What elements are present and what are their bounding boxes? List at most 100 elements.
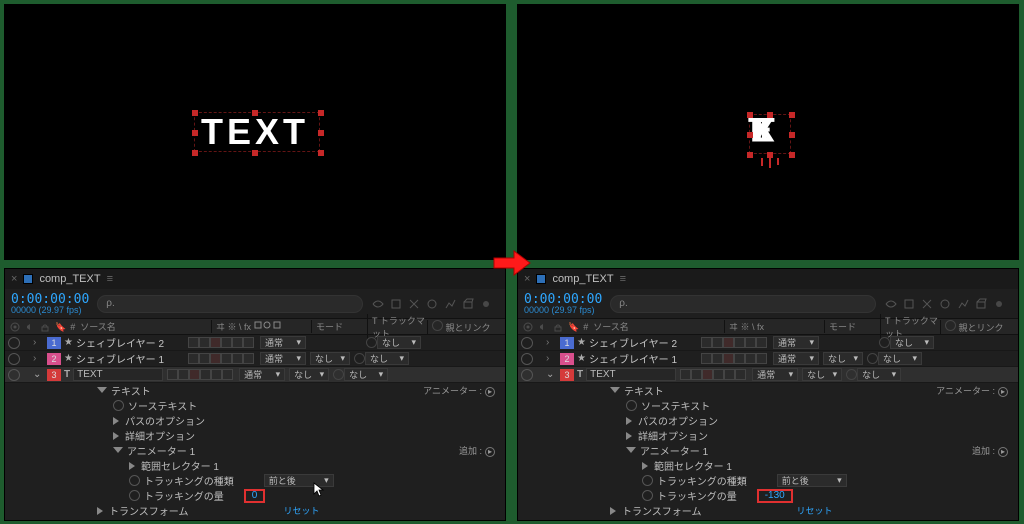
blend-mode-dropdown[interactable]: 通常▾ [260,352,306,365]
parent-dropdown[interactable]: なし▾ [344,368,388,381]
layer-name-input[interactable]: TEXT [586,368,676,381]
shy-icon[interactable] [371,297,385,311]
text-property-group[interactable]: テキストアニメーター :▸ [518,383,1018,398]
tracking-amount-value[interactable]: -130 [765,490,785,501]
stopwatch-icon[interactable] [129,475,140,486]
audio-column-icon[interactable] [537,320,549,334]
detail-options-group[interactable]: 詳細オプション [5,428,505,443]
animator-add-icon[interactable]: ▸ [485,387,495,397]
layer-switch-icon[interactable] [902,297,916,311]
visibility-toggle[interactable] [521,369,533,381]
reset-button[interactable]: リセット [284,504,320,517]
animator-add-button[interactable]: アニメーター : [936,386,995,396]
stopwatch-icon[interactable] [113,400,124,411]
draft3d-icon[interactable] [974,297,988,311]
parent-pickwhip[interactable] [867,353,878,364]
layer-row[interactable]: › 1 ★ シェィブレイヤー 2 通常▾ なし▾ [5,335,505,351]
label-chip[interactable]: 2 [47,353,61,365]
parent-dropdown[interactable]: なし▾ [890,336,934,349]
video-column-icon[interactable] [522,320,534,334]
tracking-type-dropdown[interactable]: 前と後▾ [264,474,334,487]
range-selector-group[interactable]: 範囲セレクター 1 [5,458,505,473]
label-chip[interactable]: 3 [47,369,61,381]
range-selector-group[interactable]: 範囲セレクター 1 [518,458,1018,473]
comp-tab-name[interactable]: comp_TEXT [39,273,100,285]
stopwatch-icon[interactable] [626,400,637,411]
frame-blend-icon[interactable] [920,297,934,311]
lock-column-icon[interactable] [552,320,564,334]
animator-add-icon[interactable]: ▸ [998,387,1008,397]
layer-row[interactable]: › 1★シェィブレイヤー 2 通常▾ なし▾ [518,335,1018,351]
tracking-type-property[interactable]: トラッキングの種類前と後▾ [518,473,1018,488]
visibility-toggle[interactable] [8,369,20,381]
visibility-toggle[interactable] [521,337,533,349]
layer-name[interactable]: シェィブレイヤー 1 [76,351,164,366]
audio-column-icon[interactable] [24,320,36,334]
text-property-group[interactable]: テキストアニメーター :▸ [5,383,505,398]
trackmatte-dropdown[interactable]: なし▾ [289,368,329,381]
path-options-group[interactable]: パスのオプション [518,413,1018,428]
render-queue-icon[interactable] [479,297,493,311]
graph-editor-icon[interactable] [443,297,457,311]
motion-blur-icon[interactable] [425,297,439,311]
comp-tab-name[interactable]: comp_TEXT [552,273,613,285]
trackmatte-dropdown[interactable]: なし▾ [802,368,842,381]
tracking-type-property[interactable]: トラッキングの種類 前と後▾ [5,473,505,488]
lock-column-icon[interactable] [39,320,51,334]
label-col-icon[interactable]: 🔖 [55,322,66,332]
switches-header[interactable]: ヰ ※ \ fx [211,320,311,333]
label-chip[interactable]: 1 [47,337,61,349]
parent-pickwhip[interactable] [366,337,377,348]
add-property-icon[interactable]: ▸ [998,447,1008,457]
layer-row[interactable]: ⌄ 3T TEXT 通常▾ なし▾ なし▾ [518,367,1018,383]
layer-row[interactable]: ⌄ 3 T TEXT 通常▾ なし▾ なし▾ [5,367,505,383]
source-text-property[interactable]: ソーステキスト [518,398,1018,413]
blend-mode-dropdown[interactable]: 通常▾ [752,368,798,381]
parent-dropdown[interactable]: なし▾ [857,368,901,381]
source-text-property[interactable]: ソーステキスト [5,398,505,413]
animator1-group[interactable]: アニメーター 1追加 :▸ [518,443,1018,458]
blend-mode-dropdown[interactable]: 通常▾ [260,336,306,349]
graph-editor-icon[interactable] [956,297,970,311]
shy-icon[interactable] [884,297,898,311]
trackmatte-dropdown[interactable]: なし▾ [310,352,350,365]
detail-options-group[interactable]: 詳細オプション [518,428,1018,443]
search-input[interactable]: ρ. [97,295,363,313]
composition-viewer-after[interactable]: TEXT [517,4,1019,260]
search-input[interactable]: ρ. [610,295,876,313]
layer-row[interactable]: › 2★シェィブレイヤー 1 通常▾ なし▾ なし▾ [518,351,1018,367]
layer-switch-icon[interactable] [389,297,403,311]
visibility-toggle[interactable] [521,353,533,365]
tracking-amount-property[interactable]: トラッキングの量-130 [518,488,1018,503]
composition-viewer-before[interactable]: TEXT [4,4,506,260]
video-column-icon[interactable] [9,320,21,334]
parent-pickwhip[interactable] [333,369,344,380]
blend-mode-dropdown[interactable]: 通常▾ [239,368,285,381]
parent-pickwhip[interactable] [846,369,857,380]
add-property-button[interactable]: 追加 : [459,446,482,456]
source-name-header[interactable]: ソース名 [80,322,116,332]
parent-pickwhip[interactable] [354,353,365,364]
comp-tab-chip[interactable] [23,274,33,284]
add-property-button[interactable]: 追加 : [972,446,995,456]
tracking-type-dropdown[interactable]: 前と後▾ [777,474,847,487]
transform-group[interactable]: トランスフォーム リセット [5,503,505,518]
animator1-group[interactable]: アニメーター 1追加 :▸ [5,443,505,458]
stopwatch-icon[interactable] [642,490,653,501]
draft3d-icon[interactable] [461,297,475,311]
parent-dropdown[interactable]: なし▾ [878,352,922,365]
stopwatch-icon[interactable] [129,490,140,501]
layer-switches[interactable] [188,337,254,348]
layer-name-input[interactable]: TEXT [73,368,163,381]
comp-tab-chip[interactable] [536,274,546,284]
parent-dropdown[interactable]: なし▾ [365,352,409,365]
trackmatte-dropdown[interactable]: なし▾ [823,352,863,365]
frame-blend-icon[interactable] [407,297,421,311]
layer-name[interactable]: シェィブレイヤー 2 [76,335,164,350]
tracking-amount-value[interactable]: 0 [252,490,258,501]
animator-add-button[interactable]: アニメーター : [423,386,482,396]
blend-mode-dropdown[interactable]: 通常▾ [773,352,819,365]
parent-pickwhip[interactable] [879,337,890,348]
parent-dropdown[interactable]: なし▾ [377,336,421,349]
path-options-group[interactable]: パスのオプション [5,413,505,428]
